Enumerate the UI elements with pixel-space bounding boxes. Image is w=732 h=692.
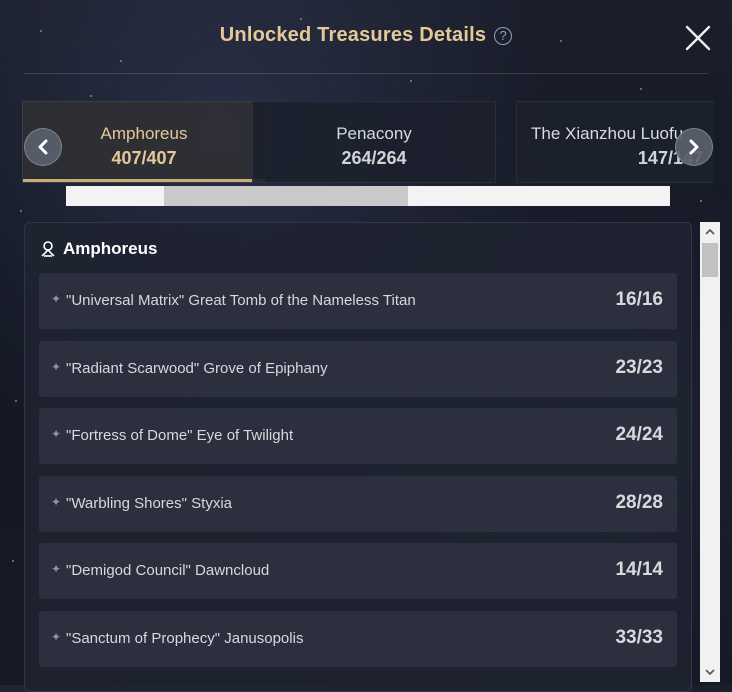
dialog-title: Unlocked Treasures Details ? — [0, 24, 732, 47]
row-count: 24/24 — [615, 424, 663, 445]
close-button[interactable] — [683, 23, 713, 53]
list-scrollbar-thumb[interactable] — [702, 243, 718, 277]
bullet-icon: ✦ — [51, 629, 62, 644]
tab-penacony[interactable]: Penacony 264/264 — [252, 101, 496, 183]
tabs-scrollbar-thumb[interactable] — [164, 186, 408, 206]
next-tab-button[interactable] — [675, 128, 713, 166]
bullet-icon: ✦ — [51, 494, 62, 509]
list-item[interactable]: ✦ "Radiant Scarwood" Grove of Epiphany 2… — [39, 340, 677, 397]
list-vertical-scrollbar[interactable] — [700, 222, 720, 682]
row-label: "Fortress of Dome" Eye of Twilight — [66, 427, 294, 444]
row-label: "Sanctum of Prophecy" Janusopolis — [66, 629, 304, 647]
list-item[interactable]: ✦ "Fortress of Dome" Eye of Twilight 24/… — [39, 408, 677, 464]
bullet-icon: ✦ — [51, 562, 62, 576]
region-tabs: Amphoreus 407/407 Penacony 264/264 The X… — [22, 101, 714, 183]
row-count: 23/23 — [615, 356, 663, 378]
scroll-up-button[interactable] — [700, 222, 720, 242]
row-label: "Demigod Council" Dawncloud — [66, 562, 270, 579]
treasure-list-panel: Amphoreus ✦ "Universal Matrix" Great Tom… — [24, 222, 692, 692]
bullet-icon: ✦ — [51, 359, 62, 374]
bullet-icon: ✦ — [51, 292, 62, 306]
tab-count: 264/264 — [341, 148, 407, 168]
dialog-header: Unlocked Treasures Details ? — [0, 0, 732, 74]
row-count: 16/16 — [615, 289, 663, 310]
treasure-rows: ✦ "Universal Matrix" Great Tomb of the N… — [39, 273, 677, 678]
tab-name: Penacony — [336, 124, 412, 143]
tabs-horizontal-scrollbar[interactable] — [66, 186, 670, 206]
close-icon — [685, 25, 711, 51]
region-emblem-icon — [41, 241, 55, 257]
help-icon[interactable]: ? — [494, 26, 513, 45]
panel-title: Amphoreus — [63, 239, 158, 258]
chevron-left-icon — [38, 139, 48, 155]
list-item[interactable]: ✦ "Universal Matrix" Great Tomb of the N… — [39, 273, 677, 329]
row-label: "Universal Matrix" Great Tomb of the Nam… — [66, 292, 416, 309]
row-label: "Radiant Scarwood" Grove of Epiphany — [66, 359, 328, 377]
chevron-up-icon — [705, 228, 715, 235]
panel-header: Amphoreus — [39, 239, 157, 259]
row-count: 14/14 — [615, 559, 663, 580]
chevron-down-icon — [705, 669, 715, 676]
tab-name: The Xianzhou Luofu — [531, 124, 684, 143]
scroll-down-button[interactable] — [700, 662, 720, 682]
list-item[interactable]: ✦ "Sanctum of Prophecy" Janusopolis 33/3… — [39, 610, 677, 667]
list-item[interactable]: ✦ "Warbling Shores" Styxia 28/28 — [39, 475, 677, 532]
row-count: 28/28 — [615, 491, 663, 513]
row-count: 33/33 — [615, 626, 663, 648]
bullet-icon: ✦ — [51, 427, 62, 441]
previous-tab-button[interactable] — [24, 128, 62, 166]
dialog-title-text: Unlocked Treasures Details — [219, 24, 487, 46]
row-label: "Warbling Shores" Styxia — [66, 494, 232, 512]
chevron-right-icon — [689, 139, 699, 155]
list-item[interactable]: ✦ "Demigod Council" Dawncloud 14/14 — [39, 543, 677, 599]
header-divider — [24, 73, 708, 74]
